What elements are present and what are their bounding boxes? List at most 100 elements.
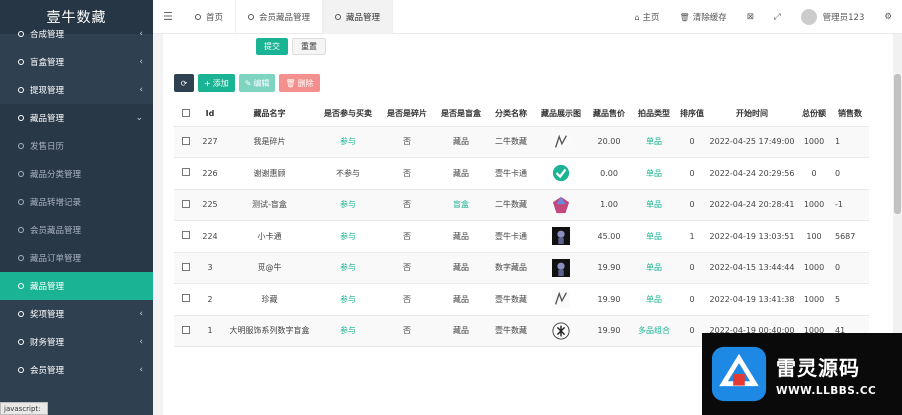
checkbox[interactable] [182, 262, 190, 271]
checkbox[interactable] [182, 136, 190, 145]
scrollbar-thumb[interactable] [894, 74, 901, 214]
row-checkbox-cell[interactable] [174, 157, 198, 190]
cell-name: 珍藏 [222, 283, 317, 316]
sidebar-item-label: 藏品订单管理 [30, 254, 82, 264]
column-header: 是否参与买卖 [317, 102, 379, 127]
cell-box: 盲盒 [435, 189, 487, 221]
row-checkbox-cell[interactable] [174, 283, 198, 316]
tab[interactable]: 会员藏品管理 [236, 0, 324, 34]
cell-category: 壹牛数藏 [487, 315, 535, 347]
submit-button[interactable]: 提交 [256, 38, 288, 55]
sidebar-item[interactable]: 奖项管理 ‹ [0, 300, 153, 328]
chevron-icon: ‹ [139, 337, 143, 347]
chevron-icon: ⌄ [135, 113, 143, 123]
column-header: 藏品售价 [587, 102, 631, 127]
cell-total: 1000 [797, 252, 831, 284]
cell-image [535, 157, 587, 190]
watermark-url: WWW.LLBBS.CC [776, 384, 877, 397]
checkbox[interactable] [182, 108, 190, 117]
tab[interactable]: 首页 [183, 0, 237, 34]
user-menu[interactable]: 管理员123 [791, 9, 875, 25]
table-row[interactable]: 227 我是碎片 参与否藏品 二牛数藏 20.00 单品 0 2022-04-25 17:49… [174, 126, 869, 158]
sidebar-item-label: 提现管理 [30, 86, 65, 96]
watermark-logo-icon [711, 346, 767, 402]
trash-icon: 🗑 [285, 78, 296, 88]
circle-icon [248, 13, 255, 20]
table-row[interactable]: 3 觅@牛 参与否藏品 数字藏品 19.90 单品 0 2022-04-15 13:44:44… [174, 252, 869, 284]
checkbox[interactable] [182, 294, 190, 303]
row-checkbox-cell[interactable] [174, 220, 198, 253]
checkbox[interactable] [182, 168, 190, 177]
cell-sold: 5 [831, 283, 869, 316]
sidebar-item[interactable]: 藏品分类管理 [0, 160, 153, 188]
table-row[interactable]: 225 测试-盲盒 参与否盲盒 二牛数藏 1.00 单品 0 2022-04-24 20:28… [174, 189, 869, 221]
reset-button[interactable]: 重置 [292, 38, 326, 55]
cell-price: 0.00 [587, 157, 631, 190]
tab-label: 首页 [206, 12, 224, 23]
circle-icon [18, 283, 24, 289]
row-checkbox-cell[interactable] [174, 252, 198, 284]
sidebar-item[interactable]: 会员管理 ‹ [0, 356, 153, 384]
select-all-checkbox[interactable] [174, 102, 198, 127]
cell-fragment: 否 [379, 315, 435, 347]
checkbox[interactable] [182, 199, 190, 208]
row-checkbox-cell[interactable] [174, 315, 198, 347]
circle-icon [195, 13, 201, 20]
cell-fragment: 否 [379, 126, 435, 158]
column-header: 总份额 [797, 102, 831, 127]
column-header: 藏品展示图 [535, 102, 587, 127]
sidebar-item-label: 盲盒管理 [30, 58, 65, 68]
sidebar-item[interactable]: 合成管理 ‹ [0, 20, 153, 48]
avatar [800, 9, 817, 25]
delete-button[interactable]: 🗑 删除 [279, 74, 320, 92]
sidebar-nav: 合成管理 ‹ 盲盒管理 ‹ 提现管理 ‹ 藏品管理 ⌄ 发售日历 藏品分类管理 藏品转增记录 会员藏品… [0, 20, 153, 384]
cell-trade: 参与 [317, 126, 379, 158]
add-button[interactable]: + 添加 [198, 74, 235, 92]
cell-id: 227 [198, 126, 222, 158]
table-row[interactable]: 224 小卡通 参与否藏品 壹牛卡通 45.00 单品 1 2022-04-19 13:03:… [174, 220, 869, 253]
sidebar-item[interactable]: 会员藏品管理 [0, 216, 153, 244]
cell-sort: 0 [677, 283, 707, 316]
sidebar-item[interactable]: 发售日历 [0, 132, 153, 160]
cell-box: 藏品 [435, 315, 487, 347]
cell-price: 1.00 [587, 189, 631, 221]
sidebar-item[interactable]: 财务管理 ‹ [0, 328, 153, 356]
column-header: 分类名称 [487, 102, 535, 127]
chevron-icon: ‹ [139, 309, 143, 319]
cell-ptype: 单品 [631, 189, 677, 221]
sidebar-item[interactable]: 藏品管理 ⌄ [0, 104, 153, 132]
row-checkbox-cell[interactable] [174, 189, 198, 221]
home-link[interactable]: ⌂ 主页 [624, 11, 669, 24]
refresh-button[interactable]: ⟳ [174, 74, 194, 92]
checkbox[interactable] [182, 231, 190, 240]
table-row[interactable]: 2 珍藏 参与否藏品 壹牛数藏 19.90 单品 0 2022-04-19 13:41:38 1… [174, 283, 869, 316]
column-header: 藏品名字 [222, 102, 317, 127]
form-buttons: 提交 重置 [256, 38, 326, 55]
lock-icon[interactable]: ⊠ [737, 12, 764, 22]
cell-sold: -1 [831, 189, 869, 221]
circle-icon [18, 59, 24, 65]
cell-box: 藏品 [435, 220, 487, 253]
sidebar-item[interactable]: 提现管理 ‹ [0, 76, 153, 104]
user-name: 管理员123 [822, 13, 865, 23]
cell-id: 224 [198, 220, 222, 253]
sidebar-item[interactable]: 盲盒管理 ‹ [0, 48, 153, 76]
delete-label: 删除 [297, 78, 314, 88]
sidebar-item[interactable]: 藏品转增记录 [0, 188, 153, 216]
sidebar-item[interactable]: 藏品订单管理 [0, 244, 153, 272]
edit-button[interactable]: ✎ 编辑 [238, 74, 276, 92]
sidebar-item-label: 会员藏品管理 [30, 226, 82, 236]
menu-toggle-icon[interactable]: ☰ [153, 10, 183, 23]
cell-trade: 参与 [317, 189, 379, 221]
circle-icon [335, 13, 342, 20]
cell-category: 壹牛卡通 [487, 157, 535, 190]
cell-sold: 0 [831, 157, 869, 190]
checkbox[interactable] [182, 325, 190, 334]
table-row[interactable]: 226 谢谢惠顾 不参与否藏品 壹牛卡通 0.00 单品 0 2022-04-24 20:29… [174, 157, 869, 190]
clear-cache-link[interactable]: 🗑 清除缓存 [670, 11, 737, 24]
sidebar-item[interactable]: 藏品管理 [0, 272, 153, 300]
fullscreen-icon[interactable]: ⤢ [764, 12, 791, 22]
tab[interactable]: 藏品管理 [323, 0, 394, 34]
row-checkbox-cell[interactable] [174, 126, 198, 158]
settings-icon[interactable]: ⚙ [874, 12, 902, 22]
